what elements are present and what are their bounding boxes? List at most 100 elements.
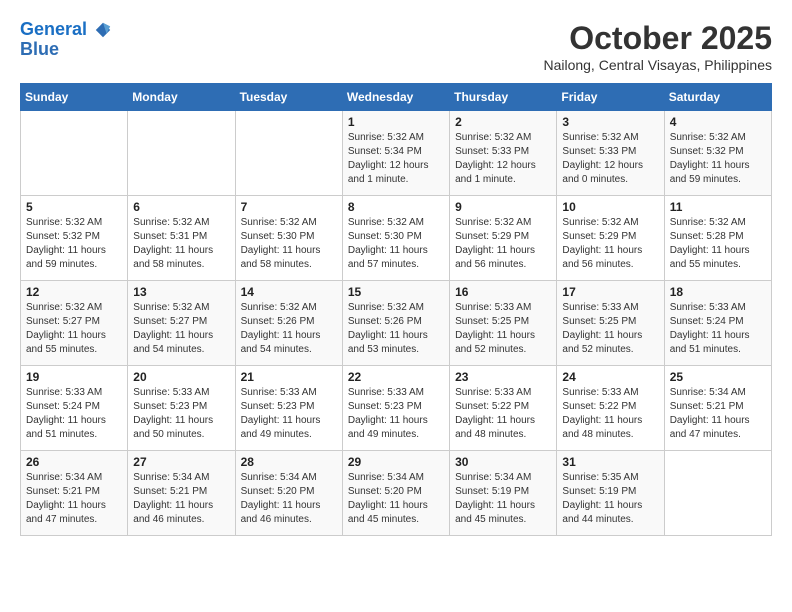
day-number: 4: [670, 115, 766, 129]
day-number: 17: [562, 285, 658, 299]
day-detail: Sunrise: 5:34 AM Sunset: 5:21 PM Dayligh…: [670, 386, 766, 442]
day-detail: Sunrise: 5:32 AM Sunset: 5:30 PM Dayligh…: [241, 216, 337, 272]
day-detail: Sunrise: 5:32 AM Sunset: 5:26 PM Dayligh…: [348, 301, 444, 357]
calendar-cell: 6 Sunrise: 5:32 AM Sunset: 5:31 PM Daylig…: [128, 196, 235, 281]
calendar-cell: 19 Sunrise: 5:33 AM Sunset: 5:24 PM Dayli…: [21, 366, 128, 451]
day-number: 31: [562, 455, 658, 469]
weekday-header-wednesday: Wednesday: [342, 84, 449, 111]
day-number: 25: [670, 370, 766, 384]
weekday-header-friday: Friday: [557, 84, 664, 111]
day-number: 20: [133, 370, 229, 384]
day-number: 23: [455, 370, 551, 384]
calendar-cell: 9 Sunrise: 5:32 AM Sunset: 5:29 PM Daylig…: [450, 196, 557, 281]
day-detail: Sunrise: 5:32 AM Sunset: 5:30 PM Dayligh…: [348, 216, 444, 272]
calendar-cell: 23 Sunrise: 5:33 AM Sunset: 5:22 PM Dayli…: [450, 366, 557, 451]
day-number: 1: [348, 115, 444, 129]
calendar-cell: 29 Sunrise: 5:34 AM Sunset: 5:20 PM Dayli…: [342, 451, 449, 536]
calendar-cell: 5 Sunrise: 5:32 AM Sunset: 5:32 PM Daylig…: [21, 196, 128, 281]
day-number: 29: [348, 455, 444, 469]
day-number: 26: [26, 455, 122, 469]
day-number: 24: [562, 370, 658, 384]
day-detail: Sunrise: 5:33 AM Sunset: 5:22 PM Dayligh…: [455, 386, 551, 442]
calendar-week-row: 12 Sunrise: 5:32 AM Sunset: 5:27 PM Dayli…: [21, 281, 772, 366]
day-number: 11: [670, 200, 766, 214]
weekday-header-tuesday: Tuesday: [235, 84, 342, 111]
calendar-week-row: 19 Sunrise: 5:33 AM Sunset: 5:24 PM Dayli…: [21, 366, 772, 451]
day-number: 22: [348, 370, 444, 384]
day-number: 3: [562, 115, 658, 129]
calendar-cell: 10Sunrise: 5:32 AM Sunset: 5:29 PM Dayli…: [557, 196, 664, 281]
calendar-cell: [664, 451, 771, 536]
weekday-header-sunday: Sunday: [21, 84, 128, 111]
calendar-cell: 25 Sunrise: 5:34 AM Sunset: 5:21 PM Dayli…: [664, 366, 771, 451]
day-detail: Sunrise: 5:32 AM Sunset: 5:26 PM Dayligh…: [241, 301, 337, 357]
day-number: 9: [455, 200, 551, 214]
day-detail: Sunrise: 5:32 AM Sunset: 5:29 PM Dayligh…: [455, 216, 551, 272]
calendar-cell: 2 Sunrise: 5:32 AM Sunset: 5:33 PM Daylig…: [450, 111, 557, 196]
calendar-cell: 26 Sunrise: 5:34 AM Sunset: 5:21 PM Dayli…: [21, 451, 128, 536]
location-title: Nailong, Central Visayas, Philippines: [543, 57, 772, 73]
day-detail: Sunrise: 5:32 AM Sunset: 5:28 PM Dayligh…: [670, 216, 766, 272]
calendar-cell: 22 Sunrise: 5:33 AM Sunset: 5:23 PM Dayli…: [342, 366, 449, 451]
day-detail: Sunrise: 5:33 AM Sunset: 5:23 PM Dayligh…: [348, 386, 444, 442]
day-detail: Sunrise: 5:34 AM Sunset: 5:19 PM Dayligh…: [455, 471, 551, 527]
day-detail: Sunrise: 5:32 AM Sunset: 5:32 PM Dayligh…: [26, 216, 122, 272]
month-title: October 2025: [543, 20, 772, 57]
day-number: 15: [348, 285, 444, 299]
calendar-cell: [235, 111, 342, 196]
day-detail: Sunrise: 5:32 AM Sunset: 5:33 PM Dayligh…: [455, 131, 551, 187]
day-number: 2: [455, 115, 551, 129]
calendar-cell: 16Sunrise: 5:33 AM Sunset: 5:25 PM Dayli…: [450, 281, 557, 366]
day-detail: Sunrise: 5:32 AM Sunset: 5:29 PM Dayligh…: [562, 216, 658, 272]
weekday-header-saturday: Saturday: [664, 84, 771, 111]
day-number: 27: [133, 455, 229, 469]
day-detail: Sunrise: 5:32 AM Sunset: 5:32 PM Dayligh…: [670, 131, 766, 187]
day-number: 18: [670, 285, 766, 299]
day-detail: Sunrise: 5:34 AM Sunset: 5:21 PM Dayligh…: [26, 471, 122, 527]
calendar-week-row: 26 Sunrise: 5:34 AM Sunset: 5:21 PM Dayli…: [21, 451, 772, 536]
day-number: 6: [133, 200, 229, 214]
calendar-cell: 1 Sunrise: 5:32 AM Sunset: 5:34 PM Daylig…: [342, 111, 449, 196]
day-detail: Sunrise: 5:33 AM Sunset: 5:25 PM Dayligh…: [562, 301, 658, 357]
day-detail: Sunrise: 5:32 AM Sunset: 5:31 PM Dayligh…: [133, 216, 229, 272]
calendar-cell: 14Sunrise: 5:32 AM Sunset: 5:26 PM Dayli…: [235, 281, 342, 366]
day-detail: Sunrise: 5:32 AM Sunset: 5:27 PM Dayligh…: [133, 301, 229, 357]
calendar-cell: 3Sunrise: 5:32 AM Sunset: 5:33 PM Daylig…: [557, 111, 664, 196]
weekday-header-thursday: Thursday: [450, 84, 557, 111]
calendar-cell: 24 Sunrise: 5:33 AM Sunset: 5:22 PM Dayli…: [557, 366, 664, 451]
calendar-week-row: 1 Sunrise: 5:32 AM Sunset: 5:34 PM Daylig…: [21, 111, 772, 196]
day-detail: Sunrise: 5:33 AM Sunset: 5:22 PM Dayligh…: [562, 386, 658, 442]
calendar-cell: 18Sunrise: 5:33 AM Sunset: 5:24 PM Dayli…: [664, 281, 771, 366]
day-number: 30: [455, 455, 551, 469]
day-detail: Sunrise: 5:32 AM Sunset: 5:27 PM Dayligh…: [26, 301, 122, 357]
calendar-cell: 20 Sunrise: 5:33 AM Sunset: 5:23 PM Dayli…: [128, 366, 235, 451]
logo: General Blue: [20, 20, 112, 60]
calendar-cell: 21Sunrise: 5:33 AM Sunset: 5:23 PM Dayli…: [235, 366, 342, 451]
day-detail: Sunrise: 5:33 AM Sunset: 5:24 PM Dayligh…: [26, 386, 122, 442]
day-detail: Sunrise: 5:34 AM Sunset: 5:20 PM Dayligh…: [241, 471, 337, 527]
logo-blue-text: Blue: [20, 40, 112, 60]
calendar-cell: [128, 111, 235, 196]
weekday-header-monday: Monday: [128, 84, 235, 111]
calendar-cell: 27 Sunrise: 5:34 AM Sunset: 5:21 PM Dayli…: [128, 451, 235, 536]
day-number: 7: [241, 200, 337, 214]
day-detail: Sunrise: 5:33 AM Sunset: 5:23 PM Dayligh…: [133, 386, 229, 442]
day-detail: Sunrise: 5:34 AM Sunset: 5:20 PM Dayligh…: [348, 471, 444, 527]
calendar-cell: 17 Sunrise: 5:33 AM Sunset: 5:25 PM Dayli…: [557, 281, 664, 366]
calendar-cell: 15 Sunrise: 5:32 AM Sunset: 5:26 PM Dayli…: [342, 281, 449, 366]
day-number: 8: [348, 200, 444, 214]
calendar-cell: 31 Sunrise: 5:35 AM Sunset: 5:19 PM Dayli…: [557, 451, 664, 536]
day-number: 19: [26, 370, 122, 384]
calendar-cell: 4 Sunrise: 5:32 AM Sunset: 5:32 PM Daylig…: [664, 111, 771, 196]
day-detail: Sunrise: 5:34 AM Sunset: 5:21 PM Dayligh…: [133, 471, 229, 527]
day-number: 13: [133, 285, 229, 299]
title-area: October 2025 Nailong, Central Visayas, P…: [543, 20, 772, 73]
calendar-cell: 7 Sunrise: 5:32 AM Sunset: 5:30 PM Daylig…: [235, 196, 342, 281]
weekday-header-row: SundayMondayTuesdayWednesdayThursdayFrid…: [21, 84, 772, 111]
calendar-cell: 11 Sunrise: 5:32 AM Sunset: 5:28 PM Dayli…: [664, 196, 771, 281]
day-number: 12: [26, 285, 122, 299]
day-detail: Sunrise: 5:35 AM Sunset: 5:19 PM Dayligh…: [562, 471, 658, 527]
day-detail: Sunrise: 5:32 AM Sunset: 5:34 PM Dayligh…: [348, 131, 444, 187]
day-number: 5: [26, 200, 122, 214]
calendar-cell: 12 Sunrise: 5:32 AM Sunset: 5:27 PM Dayli…: [21, 281, 128, 366]
